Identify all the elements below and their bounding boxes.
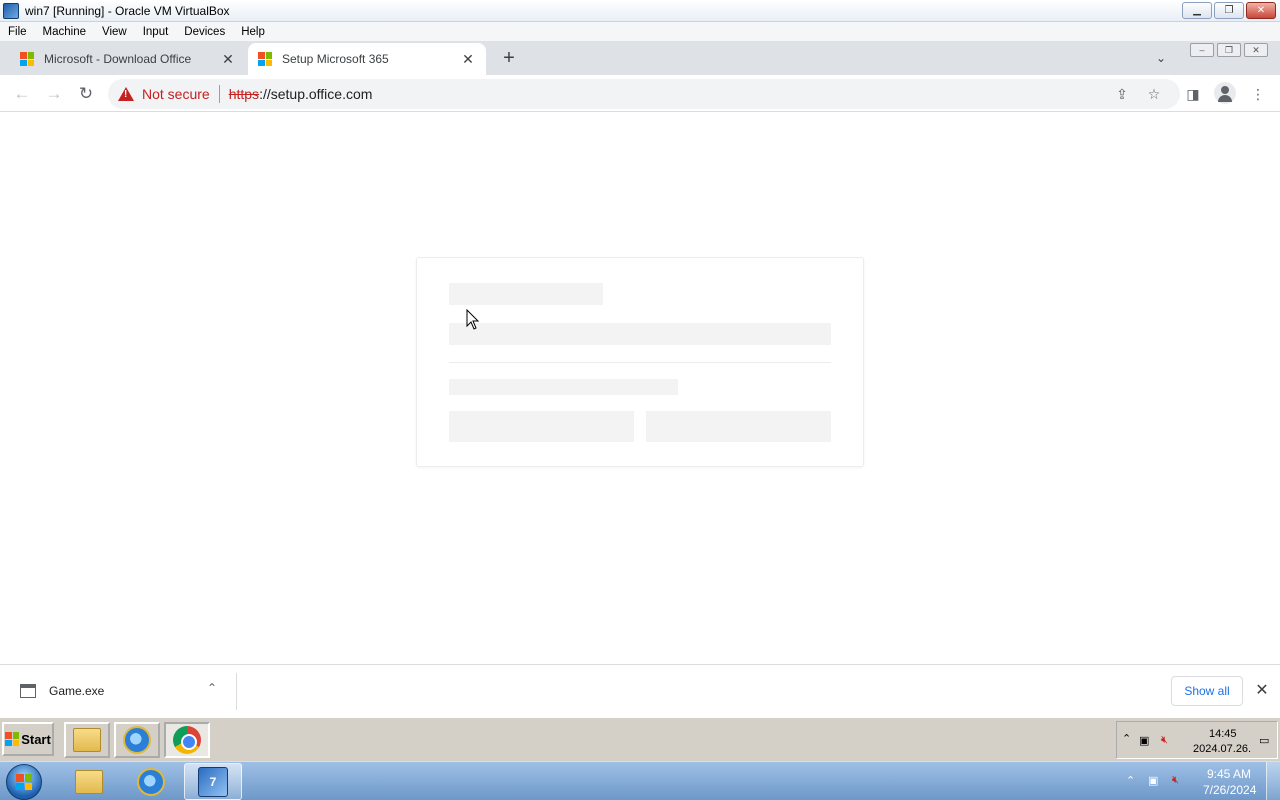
tab-strip: Microsoft - Download Office ✕ Setup Micr… bbox=[0, 41, 1280, 75]
internet-explorer-icon bbox=[137, 767, 165, 796]
bookmark-star-icon[interactable]: ☆ bbox=[1146, 86, 1162, 102]
guest-close-button[interactable]: ✕ bbox=[1244, 43, 1268, 57]
internet-explorer-icon bbox=[123, 726, 151, 754]
new-tab-button[interactable]: + bbox=[498, 47, 520, 69]
guest-minimize-button[interactable]: – bbox=[1190, 43, 1214, 57]
close-download-bar-icon[interactable]: ✕ bbox=[1253, 680, 1271, 700]
guest-window-controls: – ❐ ✕ bbox=[1190, 43, 1268, 57]
host-explorer-button[interactable] bbox=[60, 763, 118, 800]
vbox-minimize-button[interactable]: ▁ bbox=[1182, 2, 1212, 19]
network-icon[interactable]: ▣ bbox=[1139, 734, 1149, 747]
tab-download-office[interactable]: Microsoft - Download Office ✕ bbox=[10, 43, 246, 75]
host-virtualbox-button[interactable]: 7 bbox=[184, 763, 242, 800]
menu-input[interactable]: Input bbox=[135, 26, 177, 38]
vbox-menu-bar: File Machine View Input Devices Help bbox=[0, 22, 1280, 41]
skeleton-input-bar bbox=[449, 323, 831, 345]
vbox-window-title: win7 [Running] - Oracle VM VirtualBox bbox=[25, 3, 230, 18]
menu-kebab-icon[interactable]: ⋮ bbox=[1246, 82, 1270, 106]
tab-title: Setup Microsoft 365 bbox=[282, 52, 389, 66]
guest-clock-time[interactable]: 14:45 bbox=[1209, 728, 1237, 740]
network-icon[interactable]: ▣ bbox=[1148, 774, 1158, 787]
browser-toolbar: ← → ↻ Not secure https ://setup.office.c… bbox=[0, 75, 1280, 112]
start-button[interactable]: Start bbox=[2, 722, 54, 756]
url-text: ://setup.office.com bbox=[259, 86, 373, 102]
virtualbox-icon: 7 bbox=[198, 766, 228, 797]
host-system-tray: ⌃ ▣ 🔇︎ bbox=[1122, 768, 1192, 794]
url-scheme: https bbox=[228, 86, 260, 102]
explorer-quicklaunch[interactable] bbox=[64, 722, 110, 758]
vbox-close-button[interactable]: ✕ bbox=[1246, 2, 1276, 19]
host-ie-button[interactable] bbox=[122, 763, 180, 800]
virtualbox-icon bbox=[3, 2, 19, 19]
microsoft-logo-icon bbox=[258, 52, 272, 66]
windows-flag-icon bbox=[5, 732, 20, 746]
profile-avatar-icon[interactable] bbox=[1214, 82, 1236, 104]
show-desktop-button[interactable] bbox=[1266, 762, 1280, 800]
volume-muted-icon[interactable]: 🔇︎ bbox=[1161, 734, 1168, 747]
page-content bbox=[0, 112, 1280, 664]
guest-taskbar: Start ⌃ ▣ 🔇︎ 14:45 2024.07.26. ▭ bbox=[0, 717, 1280, 761]
ie-quicklaunch[interactable] bbox=[114, 722, 160, 758]
menu-view[interactable]: View bbox=[94, 26, 135, 38]
side-panel-icon[interactable]: ◨ bbox=[1181, 82, 1205, 106]
menu-devices[interactable]: Devices bbox=[176, 26, 233, 38]
download-bar: Game.exe ⌃ Show all ✕ bbox=[0, 664, 1280, 717]
skeleton-button-left bbox=[449, 411, 634, 442]
loading-skeleton-card bbox=[416, 257, 864, 467]
skeleton-title-bar bbox=[449, 283, 603, 305]
warning-icon[interactable] bbox=[118, 86, 134, 102]
reload-icon[interactable]: ↻ bbox=[74, 82, 98, 106]
tab-close-icon[interactable]: ✕ bbox=[220, 51, 236, 68]
tab-close-icon[interactable]: ✕ bbox=[460, 51, 476, 68]
skeleton-button-right bbox=[646, 411, 831, 442]
show-all-button[interactable]: Show all bbox=[1171, 676, 1243, 706]
start-label: Start bbox=[21, 731, 51, 747]
menu-machine[interactable]: Machine bbox=[35, 26, 94, 38]
windows-flag-icon bbox=[16, 774, 32, 790]
vbox-title-bar: win7 [Running] - Oracle VM VirtualBox ▁ … bbox=[0, 0, 1280, 22]
skeleton-divider bbox=[449, 362, 831, 363]
windows-start-orb[interactable] bbox=[6, 764, 42, 800]
tab-title: Microsoft - Download Office bbox=[44, 52, 192, 66]
tray-expand-icon[interactable]: ⌃ bbox=[1122, 732, 1131, 745]
download-options-chevron-icon[interactable]: ⌃ bbox=[204, 681, 220, 697]
omnibox-divider bbox=[218, 85, 220, 103]
host-taskbar: 7 ⌃ ▣ 🔇︎ 9:45 AM 7/26/2024 bbox=[0, 761, 1280, 800]
tray-expand-icon[interactable]: ⌃ bbox=[1126, 774, 1135, 787]
guest-clock-date[interactable]: 2024.07.26. bbox=[1193, 743, 1251, 755]
screen: win7 [Running] - Oracle VM VirtualBox ▁ … bbox=[0, 0, 1280, 800]
monitor-icon[interactable]: ▭ bbox=[1259, 734, 1269, 747]
guest-system-tray: ⌃ ▣ 🔇︎ 14:45 2024.07.26. ▭ bbox=[1116, 721, 1278, 759]
address-bar[interactable]: Not secure https ://setup.office.com ⇪ ☆ bbox=[108, 79, 1180, 109]
executable-file-icon bbox=[20, 684, 36, 698]
tab-setup-microsoft-365[interactable]: Setup Microsoft 365 ✕ bbox=[248, 43, 486, 75]
menu-file[interactable]: File bbox=[0, 26, 35, 38]
guest-restore-button[interactable]: ❐ bbox=[1217, 43, 1241, 57]
folder-icon bbox=[73, 728, 101, 752]
download-file-name[interactable]: Game.exe bbox=[49, 684, 104, 698]
tab-search-chevron-icon[interactable]: ⌄ bbox=[1151, 47, 1171, 69]
microsoft-logo-icon bbox=[20, 52, 34, 66]
forward-arrow-icon[interactable]: → bbox=[42, 82, 66, 106]
vbox-window-controls: ▁ ❐ ✕ bbox=[1182, 2, 1276, 19]
chrome-icon bbox=[173, 726, 201, 754]
host-clock-time[interactable]: 9:45 AM bbox=[1207, 767, 1251, 781]
volume-muted-icon[interactable]: 🔇︎ bbox=[1172, 774, 1179, 787]
back-arrow-icon[interactable]: ← bbox=[10, 82, 34, 106]
mouse-cursor-icon bbox=[466, 309, 480, 330]
security-label[interactable]: Not secure bbox=[142, 86, 210, 102]
vbox-restore-button[interactable]: ❐ bbox=[1214, 2, 1244, 19]
skeleton-text-line bbox=[449, 379, 678, 395]
share-icon[interactable]: ⇪ bbox=[1114, 86, 1130, 102]
host-clock-date[interactable]: 7/26/2024 bbox=[1203, 783, 1256, 797]
download-divider bbox=[236, 673, 237, 710]
folder-icon bbox=[75, 769, 103, 794]
chrome-taskbar-button[interactable] bbox=[164, 722, 210, 758]
menu-help[interactable]: Help bbox=[233, 26, 273, 38]
